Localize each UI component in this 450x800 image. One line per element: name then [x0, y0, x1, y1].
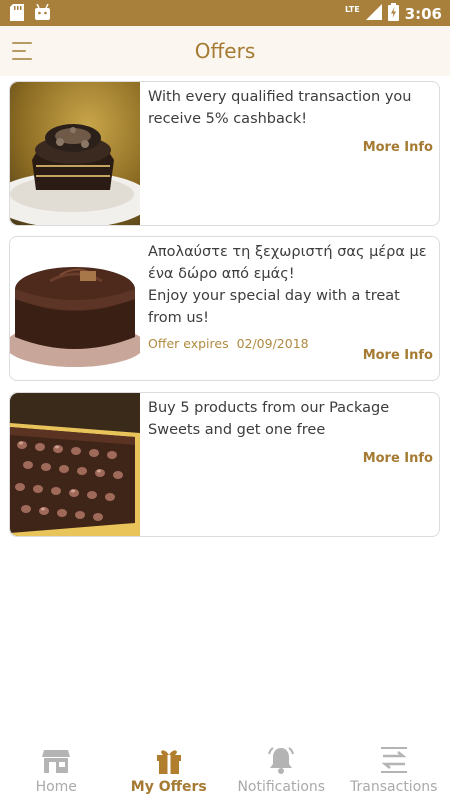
offer-card[interactable]: With every qualified transaction you rec…	[9, 81, 440, 226]
more-info-link[interactable]: More Info	[363, 140, 433, 155]
offer-description-greek: Απολαύστε τη ξεχωριστή σας μέρα με ένα δ…	[148, 244, 427, 282]
app-bar: Offers	[0, 26, 450, 76]
offer-description: Enjoy your special day with a treat from…	[148, 288, 400, 326]
expires-label: Offer expires	[148, 336, 229, 351]
page-title: Offers	[194, 39, 256, 63]
sd-card-icon	[10, 4, 24, 25]
nav-transactions[interactable]: Transactions	[338, 740, 450, 800]
hazelnut-chocolate-bar-photo	[10, 393, 140, 536]
chocolate-cake-photo	[10, 237, 140, 380]
status-bar: LTE 3:06	[0, 0, 450, 26]
offer-description: With every qualified transaction you rec…	[148, 89, 412, 127]
store-icon	[41, 745, 71, 775]
nav-label: Transactions	[350, 779, 438, 795]
nav-home[interactable]: Home	[0, 740, 113, 800]
nav-label: My Offers	[130, 779, 207, 795]
offer-description: Buy 5 products from our Package Sweets a…	[148, 400, 390, 438]
more-info-link[interactable]: More Info	[363, 451, 433, 466]
chocolate-dessert-photo	[10, 82, 140, 225]
network-type: LTE	[344, 4, 360, 14]
nav-label: Home	[35, 779, 77, 795]
offer-card[interactable]: Buy 5 products from our Package Sweets a…	[9, 392, 440, 537]
android-icon	[34, 3, 51, 25]
expires-date: 02/09/2018	[236, 336, 309, 351]
nav-label: Notifications	[237, 779, 326, 795]
clock: 3:06	[404, 5, 442, 23]
bell-icon	[266, 745, 296, 775]
offer-card[interactable]: Απολαύστε τη ξεχωριστή σας μέρα με ένα δ…	[9, 236, 440, 381]
transfer-arrows-icon	[379, 745, 409, 775]
bottom-navigation: Home My Offers Notifications Transaction…	[0, 740, 450, 800]
battery-charging-icon	[387, 3, 399, 25]
signal-icon	[365, 4, 382, 24]
nav-notifications[interactable]: Notifications	[225, 740, 338, 800]
gift-icon	[154, 745, 184, 775]
more-info-link[interactable]: More Info	[363, 348, 433, 363]
nav-my-offers[interactable]: My Offers	[113, 740, 226, 800]
